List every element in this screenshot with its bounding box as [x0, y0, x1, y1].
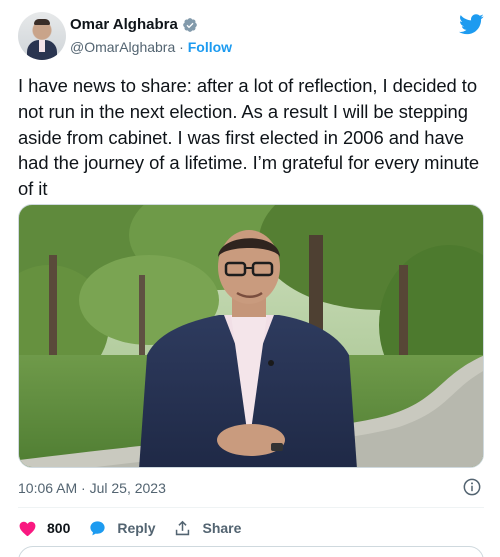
avatar-hair — [34, 19, 50, 25]
like-button[interactable]: 800 — [18, 519, 70, 538]
tweet-actions-bar: 800 Reply Share — [18, 517, 259, 539]
author-handle-row: @OmarAlghabra · Follow — [70, 39, 232, 55]
avatar-shirt — [39, 40, 45, 52]
actions-divider — [18, 507, 484, 508]
author-handle[interactable]: @OmarAlghabra — [70, 39, 175, 55]
tweet-media-video[interactable] — [18, 204, 484, 468]
heart-icon — [18, 519, 37, 538]
handle-separator: · — [175, 39, 188, 55]
reply-button[interactable]: Reply — [88, 519, 155, 538]
twitter-bird-icon[interactable] — [459, 14, 484, 35]
author-avatar[interactable] — [18, 12, 66, 60]
tweet-text: I have news to share: after a lot of ref… — [18, 75, 480, 200]
share-label: Share — [202, 520, 242, 536]
likes-count: 800 — [47, 520, 71, 536]
reply-label: Reply — [117, 520, 156, 536]
author-name-row: Omar Alghabra — [70, 16, 198, 33]
tweet-card: Omar Alghabra @OmarAlghabra · Follow I h… — [0, 0, 500, 557]
media-scene — [19, 205, 483, 467]
share-button[interactable]: Share — [173, 519, 241, 538]
read-replies-button[interactable] — [18, 546, 484, 557]
tweet-timestamp[interactable]: 10:06 AM · Jul 25, 2023 — [18, 480, 166, 496]
follow-button[interactable]: Follow — [188, 39, 232, 55]
info-icon[interactable] — [462, 477, 482, 497]
share-icon — [173, 519, 192, 538]
author-name[interactable]: Omar Alghabra — [70, 16, 178, 33]
reply-bubble-icon — [88, 519, 107, 538]
verified-badge-icon — [182, 17, 198, 33]
